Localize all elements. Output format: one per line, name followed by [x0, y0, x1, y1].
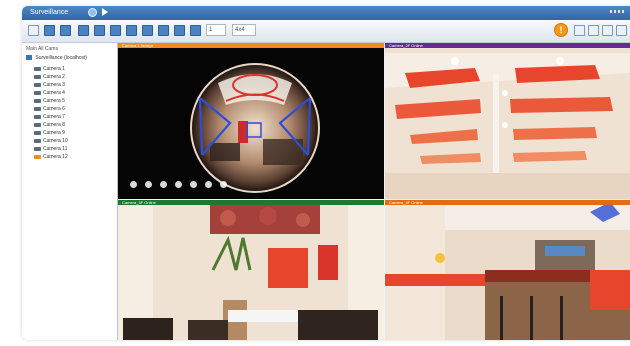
ceiling-image [385, 43, 630, 199]
camera-4-label: Camera_4F Online [389, 200, 423, 205]
camera-item-label: Camera 9 [43, 130, 65, 136]
camera-item-label: Camera 8 [43, 122, 65, 128]
play-icon[interactable] [102, 8, 108, 16]
sidebar-camera-item[interactable]: Camera 6 [34, 105, 65, 113]
audio-control-icon[interactable] [175, 181, 182, 188]
toolbar: 1 4x4 ! [22, 20, 630, 43]
grid-icon[interactable] [28, 25, 39, 36]
window-icon[interactable] [602, 25, 613, 36]
camera-item-label: Camera 5 [43, 98, 65, 104]
zoom-control-icon[interactable] [145, 181, 152, 188]
window-controls-icon[interactable] [610, 10, 624, 13]
more-control-icon[interactable] [220, 181, 227, 188]
layout-custom-icon[interactable] [110, 25, 121, 36]
sidebar-camera-item[interactable]: Camera 1 [34, 65, 65, 73]
camera-icon [34, 90, 41, 95]
sidebar-camera-item[interactable]: Camera 2 [34, 73, 65, 81]
camera-1-header: Camera 1 fisheye [118, 43, 384, 48]
tree-root[interactable]: Surveillance (localhost) [26, 55, 87, 61]
camera-item-label: Camera 12 [43, 154, 68, 160]
sidebar-camera-item[interactable]: Camera 7 [34, 113, 65, 121]
sidebar-camera-item[interactable]: Camera 4 [34, 89, 65, 97]
sidebar-camera-item[interactable]: Camera 11 [34, 145, 67, 153]
camera-view-2[interactable]: Camera_2F Online [385, 43, 630, 199]
camera-icon [34, 98, 41, 103]
camera-view-4[interactable]: Camera_4F Online [385, 200, 630, 340]
snapshot-control-icon[interactable] [130, 181, 137, 188]
sidebar-camera-item[interactable]: Camera 9 [34, 129, 65, 137]
camera-icon [34, 130, 41, 135]
camera-view-1[interactable]: Camera 1 fisheye [118, 43, 384, 199]
dewarp-control-icon[interactable] [205, 181, 212, 188]
camera-icon [34, 146, 41, 151]
dining-image [118, 200, 384, 340]
fisheye-image [190, 63, 320, 193]
camera-icon [34, 138, 41, 143]
layout-wide-icon[interactable] [126, 25, 137, 36]
camera-icon [34, 82, 41, 87]
camera-sidebar: Main All Cams Surveillance (localhost) C… [22, 43, 118, 340]
camera-2-header: Camera_2F Online [385, 43, 630, 48]
alert-icon[interactable]: ! [554, 23, 568, 37]
sidebar-camera-item[interactable]: Camera 8 [34, 121, 65, 129]
record-icon[interactable] [588, 25, 599, 36]
camera-3-label: Camera_3F Online [122, 200, 156, 205]
layout-1x1-icon[interactable] [44, 25, 55, 36]
camera-icon [34, 154, 41, 159]
server-icon [26, 55, 32, 61]
camera-icon [34, 106, 41, 111]
camera-icon [34, 66, 41, 71]
tree-root-label: Surveillance (localhost) [35, 55, 88, 61]
layout-3x3-icon[interactable] [78, 25, 89, 36]
camera-view-3[interactable]: Camera_3F Online [118, 200, 384, 340]
settings-gear-icon[interactable] [616, 25, 627, 36]
camera-3-header: Camera_3F Online [118, 200, 384, 205]
page-input[interactable]: 1 [206, 24, 226, 36]
camera-icon [34, 114, 41, 119]
camera-item-label: Camera 10 [43, 138, 68, 144]
camera-item-label: Camera 11 [43, 146, 68, 152]
snapshot-icon[interactable] [574, 25, 585, 36]
bar-image [385, 200, 630, 340]
camera-item-label: Camera 3 [43, 82, 65, 88]
camera-4-header: Camera_4F Online [385, 200, 630, 205]
settings-icon[interactable] [88, 8, 97, 17]
record-control-icon[interactable] [190, 181, 197, 188]
sidebar-camera-item[interactable]: Camera 12 [34, 153, 68, 161]
layout-mix-icon[interactable] [158, 25, 169, 36]
layout-4x4-icon[interactable] [94, 25, 105, 36]
app-title: Surveillance [30, 9, 69, 16]
camera-icon [34, 122, 41, 127]
zoom-select[interactable]: 4x4 [232, 24, 256, 36]
app-window: Surveillance 1 4x4 ! Main All Cams Surve… [22, 6, 630, 340]
camera-item-label: Camera 7 [43, 114, 65, 120]
sidebar-camera-item[interactable]: Camera 5 [34, 97, 65, 105]
sidebar-header: Main All Cams [26, 46, 58, 52]
fullscreen-icon[interactable] [190, 25, 201, 36]
sequence-icon[interactable] [174, 25, 185, 36]
camera-item-label: Camera 2 [43, 74, 65, 80]
layout-tall-icon[interactable] [142, 25, 153, 36]
camera-item-label: Camera 1 [43, 66, 65, 72]
camera-item-label: Camera 6 [43, 106, 65, 112]
sidebar-camera-item[interactable]: Camera 3 [34, 81, 65, 89]
camera-icon [34, 74, 41, 79]
title-bar: Surveillance [22, 6, 630, 20]
camera-item-label: Camera 4 [43, 90, 65, 96]
sidebar-camera-item[interactable]: Camera 10 [34, 137, 68, 145]
camera-2-label: Camera_2F Online [389, 43, 423, 48]
ptz-control-icon[interactable] [160, 181, 167, 188]
camera-1-label: Camera 1 fisheye [122, 43, 154, 48]
layout-2x2-icon[interactable] [60, 25, 71, 36]
